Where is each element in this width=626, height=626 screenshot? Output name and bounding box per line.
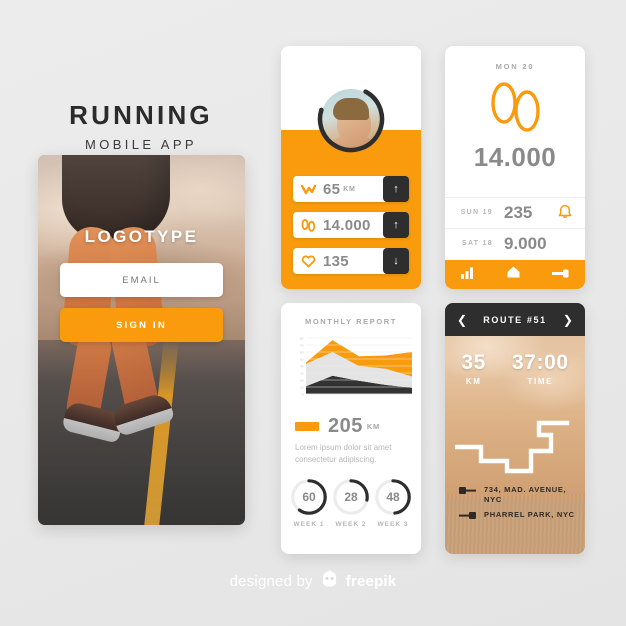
report-description: Lorem ipsum dolor sit amet consectetur a… [295,443,392,464]
week-progress-1[interactable]: 60 WEEK 1 [290,478,328,528]
stat-value: 65 [323,180,341,198]
email-input[interactable] [60,263,223,297]
route-stat-value: 37:00 [511,351,569,374]
stat-row-distance[interactable]: 65 KM ↑ [293,176,409,202]
day-row-sat[interactable]: SAT 18 9.000 [445,228,585,258]
login-screen-mockup: LOGOTYPE SIGN IN [38,155,245,525]
day-value: 9.000 [504,233,547,253]
zigzag-route-icon [293,184,323,195]
end-pin-icon [459,511,476,523]
week-label: WEEK 2 [335,521,367,528]
route-header: ❮ ROUTE #51 ❯ [445,303,585,336]
stat-unit: KM [343,185,356,193]
bottom-nav-bar [445,260,585,289]
week-value: 60 [302,490,316,504]
week-progress-3[interactable]: 48 WEEK 3 [374,478,412,528]
route-stat-value: 35 [461,351,486,374]
route-end-address[interactable]: PHARREL PARK, NYC [459,510,575,523]
svg-text:40: 40 [300,365,304,369]
day-label: SUN 19 [460,209,493,216]
route-stat-distance: 35 KM [461,351,486,386]
route-detail-card: ❮ ROUTE #51 ❯ 35 KM 37:00 TIME 734, MAD.… [445,303,585,554]
start-pin-icon [459,486,476,498]
footprints-icon [293,218,323,232]
hero-title-main: RUNNING [69,100,213,130]
week-value: 48 [386,490,400,504]
day-row-sun[interactable]: SUN 19 235 [445,197,585,227]
week-label: WEEK 3 [377,521,409,528]
daily-steps-value: 14.000 [473,142,557,172]
day-value: 235 [504,202,533,222]
address-text: PHARREL PARK, NYC [484,510,575,519]
daily-date-label: MON 20 [495,62,535,71]
svg-text:10: 10 [300,386,304,390]
report-total-unit: KM [366,422,380,431]
route-stat-label: TIME [527,377,554,386]
chevron-right-icon[interactable]: ❯ [563,314,573,326]
svg-text:0: 0 [302,393,304,397]
footer-prefix: designed by [229,572,313,590]
week-value: 28 [344,490,358,504]
daily-steps-card: MON 20 14.000 SUN 19 235 SAT 18 9.000 [445,46,585,289]
week-progress-2[interactable]: 28 WEEK 2 [332,478,370,528]
svg-text:20: 20 [300,379,304,383]
address-text: 734, MAD. AVENUE, NYC [484,485,567,505]
chevron-left-icon[interactable]: ❮ [457,314,467,326]
report-legend: 205 KM [295,415,380,438]
profile-stats-card: 65 KM ↑ 14.000 ↑ 135 ↓ [281,46,421,289]
logotype: LOGOTYPE [84,227,199,246]
route-path-icon [455,420,570,474]
svg-text:80: 80 [300,337,304,341]
stat-value: 135 [323,252,349,270]
arrow-down-icon[interactable]: ↓ [383,248,409,274]
avatar-progress-ring-icon [317,85,385,153]
route-stat-time: 37:00 TIME [512,351,569,386]
footer-brand: freepik [345,572,397,590]
home-icon[interactable] [506,265,521,284]
sign-in-button[interactable]: SIGN IN [60,308,223,342]
report-total-value: 205 [328,415,363,437]
legend-swatch [295,422,319,431]
bell-icon[interactable] [558,204,572,225]
arrow-up-icon[interactable]: ↑ [383,212,409,238]
stat-row-heartrate[interactable]: 135 ↓ [293,248,409,274]
stat-value: 14.000 [323,216,371,234]
arrow-up-icon[interactable]: ↑ [383,176,409,202]
route-start-address[interactable]: 734, MAD. AVENUE, NYC [459,485,575,505]
bar-chart-icon[interactable] [460,266,476,284]
weekly-progress-group: 60 WEEK 1 28 WEEK 2 48 WEEK 3 [290,478,412,528]
route-stats: 35 KM 37:00 TIME [445,351,585,386]
day-label: SAT 18 [461,240,493,247]
svg-text:60: 60 [300,351,304,355]
monthly-report-card: MONTHLY REPORT 0 10 20 30 40 50 60 70 80 205 KM … [281,303,421,554]
key-icon[interactable] [551,266,570,284]
freepik-logo-icon [320,570,339,592]
page-title: RUNNING MOBILE APP [37,100,245,152]
report-title: MONTHLY REPORT [305,317,397,326]
route-stat-label: KM [465,377,482,386]
svg-text:70: 70 [300,344,304,348]
monthly-area-chart: 0 10 20 30 40 50 60 70 80 [289,336,413,402]
footprints-icon [445,80,585,136]
svg-text:30: 30 [300,372,304,376]
svg-text:50: 50 [300,358,304,362]
footer-credit: designed by freepik [0,570,626,592]
hero-title-sub: MOBILE APP [84,137,198,152]
heart-icon [293,254,323,268]
stat-row-steps[interactable]: 14.000 ↑ [293,212,409,238]
week-label: WEEK 1 [293,521,325,528]
route-name: ROUTE #51 [483,314,547,325]
